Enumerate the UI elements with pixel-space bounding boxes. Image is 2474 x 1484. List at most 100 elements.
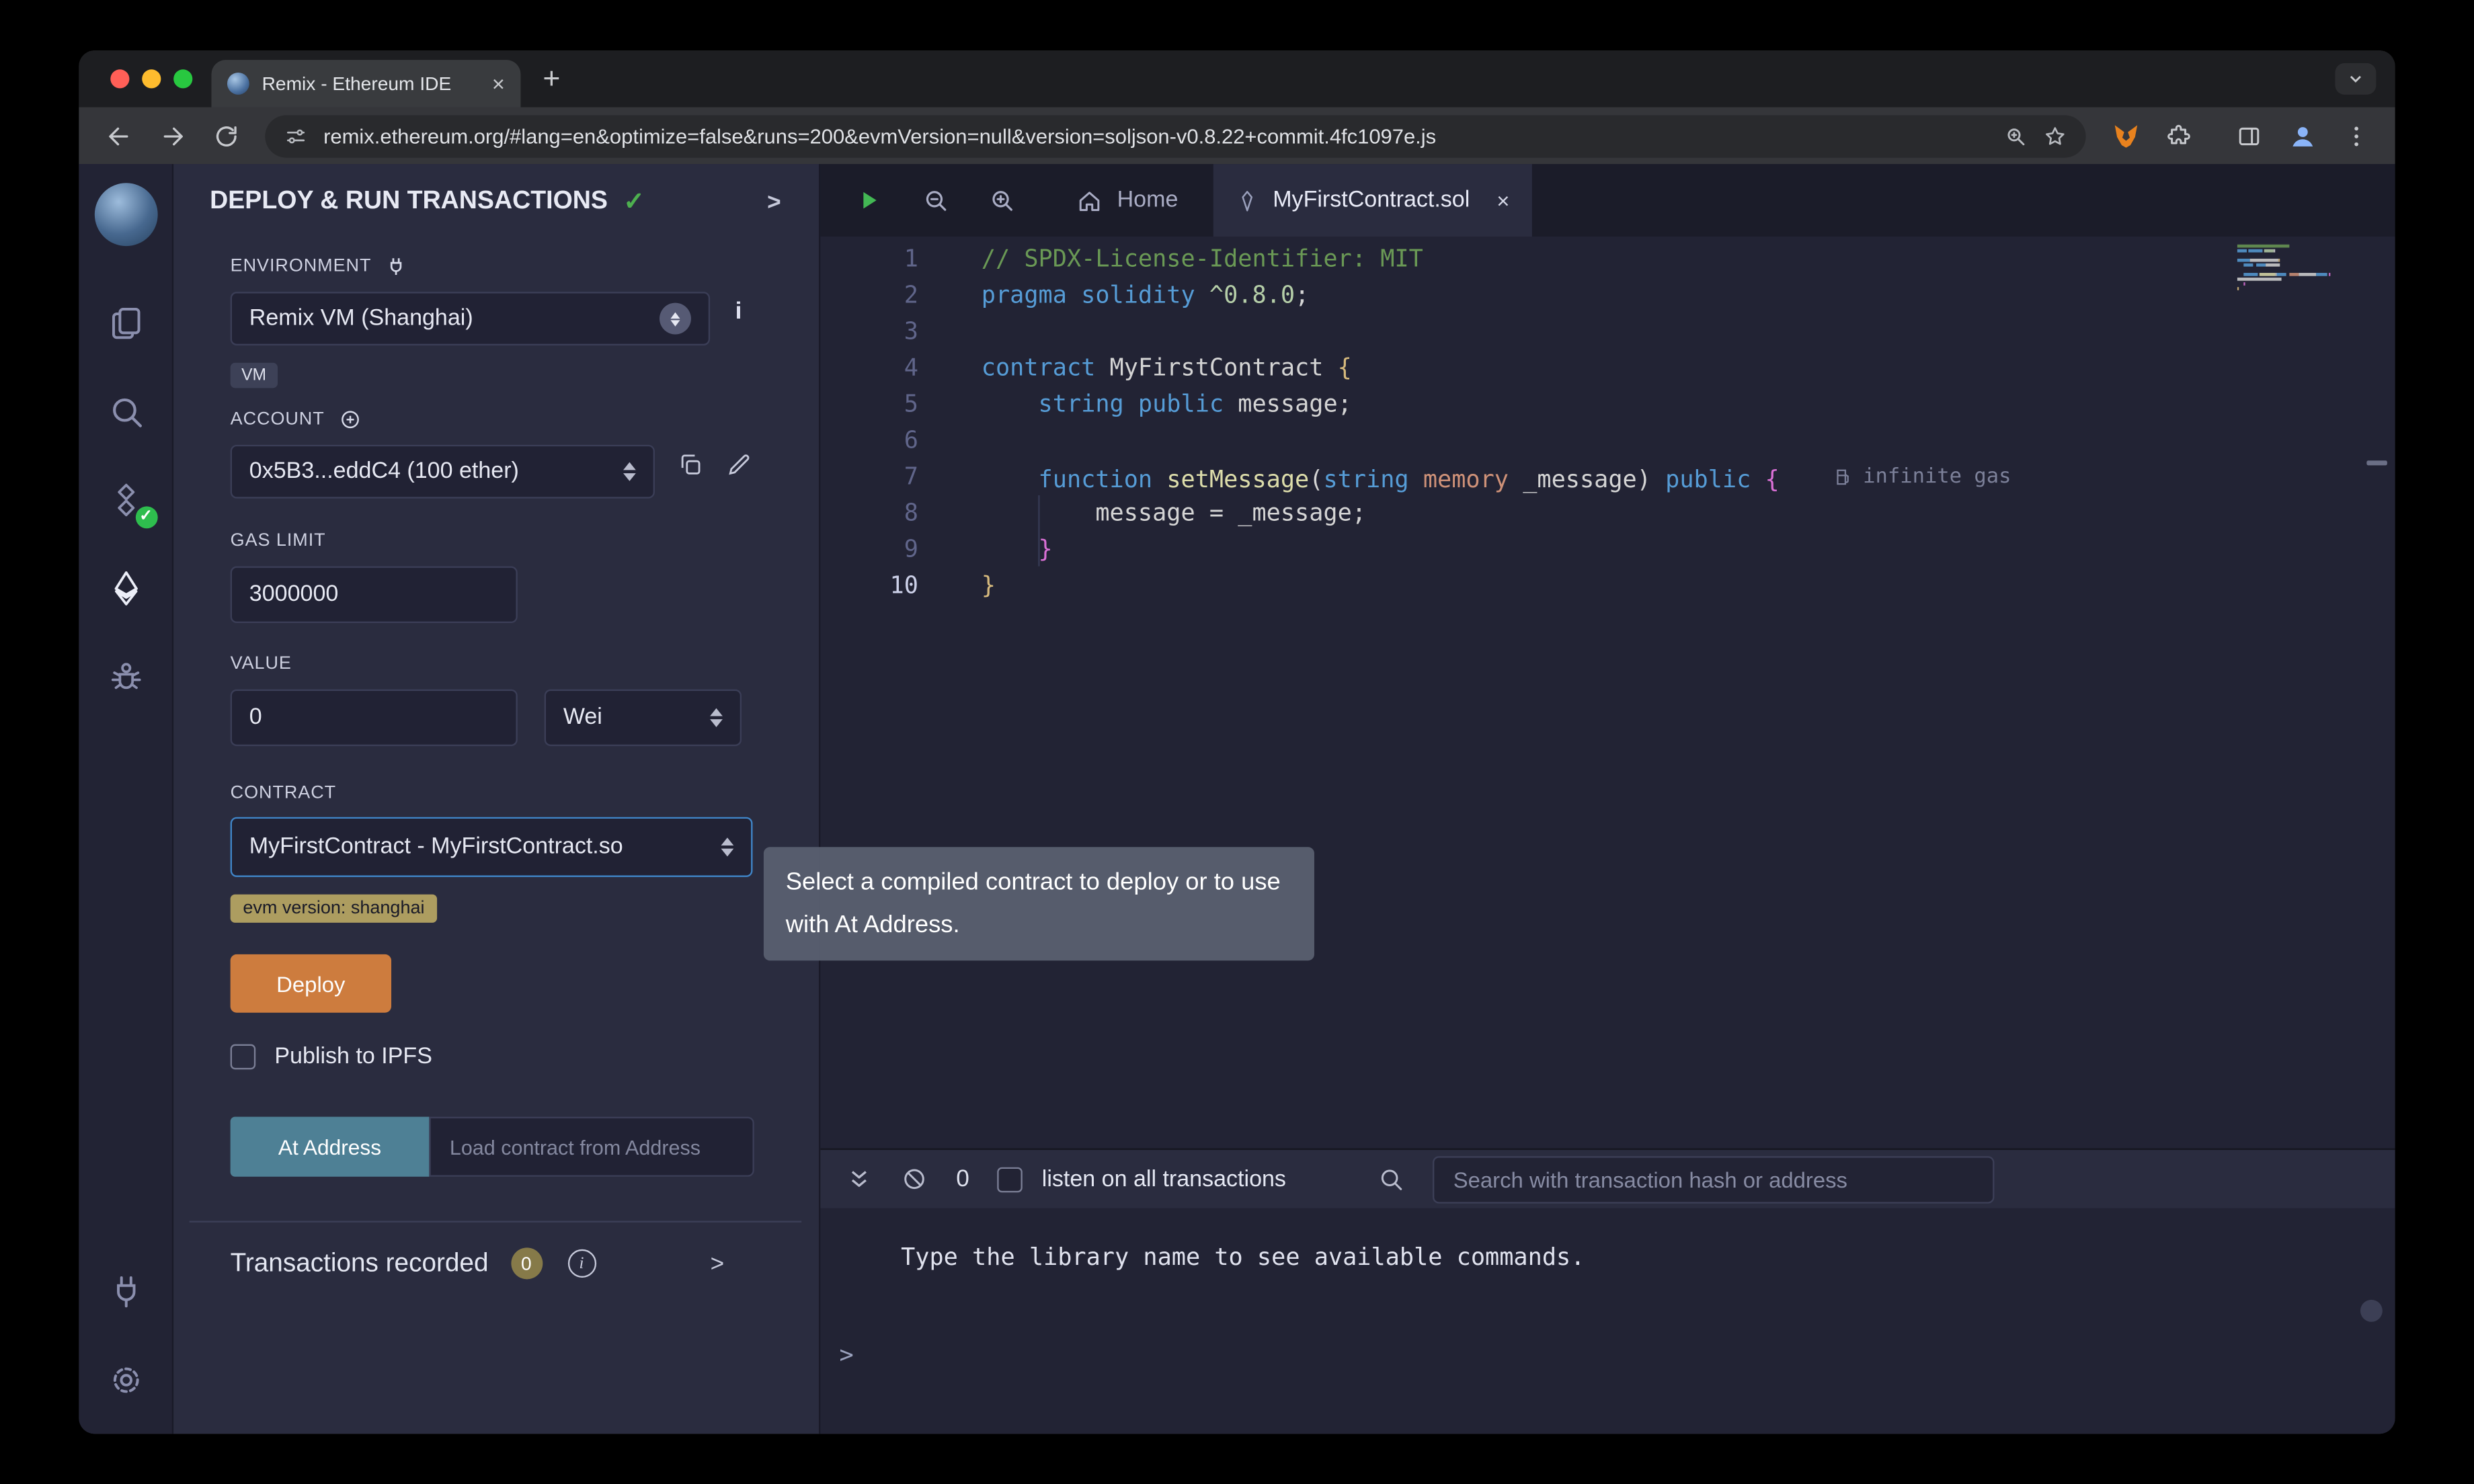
transactions-recorded-label: Transactions recorded [231, 1249, 489, 1279]
select-arrows-icon [710, 708, 723, 727]
vm-badge: VM [231, 363, 278, 388]
close-window-button[interactable] [110, 69, 129, 88]
bookmark-star-icon[interactable] [2043, 124, 2067, 147]
close-file-icon[interactable]: × [1497, 188, 1509, 213]
line-number[interactable]: 9 [820, 532, 918, 568]
infinite-gas-annotation: infinite gas [1833, 459, 2011, 495]
panel-divider [190, 1221, 802, 1223]
line-number[interactable]: 7 [820, 459, 918, 495]
code-line[interactable]: function setMessage(string memory _messa… [982, 459, 2395, 495]
site-info-icon[interactable] [284, 124, 307, 147]
forward-icon[interactable] [149, 114, 196, 158]
tab-search-chevron-icon[interactable] [2335, 63, 2376, 95]
zoom-out-icon[interactable] [922, 186, 950, 214]
line-number[interactable]: 3 [820, 314, 918, 350]
clear-console-icon[interactable] [901, 1165, 928, 1192]
account-select[interactable]: 0x5B3...eddC4 (100 ether) [231, 445, 655, 499]
new-tab-button[interactable]: + [543, 64, 560, 94]
line-number[interactable]: 6 [820, 423, 918, 459]
search-icon[interactable] [105, 391, 146, 432]
back-icon[interactable] [95, 114, 142, 158]
transactions-expand-chevron-icon[interactable]: > [711, 1250, 725, 1277]
solidity-compiler-icon[interactable]: ✓ [105, 479, 146, 520]
terminal-search-icon [1378, 1165, 1404, 1192]
at-address-input[interactable] [429, 1117, 754, 1177]
url-text: remix.ethereum.org/#lang=en&optimize=fal… [323, 124, 1988, 147]
tab-close-icon[interactable]: × [492, 73, 505, 95]
select-indicator-icon [660, 303, 691, 335]
menu-kebab-icon[interactable] [2332, 114, 2379, 158]
metamask-fox-icon[interactable] [2102, 114, 2149, 158]
address-bar[interactable]: remix.ethereum.org/#lang=en&optimize=fal… [265, 114, 2085, 157]
copy-account-icon[interactable] [677, 451, 704, 478]
debugger-bug-icon[interactable] [105, 656, 146, 697]
code-line[interactable]: } [982, 532, 2395, 568]
code-line[interactable]: contract MyFirstContract { [982, 350, 2395, 386]
tab-file-active[interactable]: MyFirstContract.sol × [1213, 164, 1531, 237]
environment-info-icon[interactable]: i [735, 298, 742, 325]
remix-logo-icon[interactable] [94, 183, 157, 246]
code-line[interactable] [982, 423, 2395, 459]
desktop: Remix - Ethereum IDE × + remix.ethereum.… [0, 0, 2474, 1484]
editor-minimap[interactable] [2237, 245, 2360, 292]
value-input[interactable] [231, 690, 518, 746]
code-line[interactable]: string public message; [982, 386, 2395, 423]
line-number[interactable]: 1 [820, 241, 918, 278]
account-label: ACCOUNT [231, 410, 325, 429]
add-account-plus-icon[interactable] [339, 409, 361, 431]
value-unit-select[interactable]: Wei [545, 690, 742, 746]
zoom-icon[interactable] [2004, 124, 2028, 147]
extensions-puzzle-icon[interactable] [2155, 114, 2202, 158]
fullscreen-window-button[interactable] [173, 69, 192, 88]
profile-avatar-icon[interactable] [2278, 114, 2325, 158]
code-line[interactable] [982, 314, 2395, 350]
line-number[interactable]: 5 [820, 386, 918, 423]
terminal-scroll-thumb[interactable] [2360, 1300, 2383, 1322]
reload-icon[interactable] [202, 114, 249, 158]
environment-select[interactable]: Remix VM (Shanghai) [231, 292, 710, 345]
editor-scrollbar[interactable] [2366, 460, 2387, 465]
minimap-line [2237, 282, 2360, 286]
run-script-play-icon[interactable] [855, 186, 883, 214]
browser-tab[interactable]: Remix - Ethereum IDE × [211, 60, 520, 107]
code-line[interactable]: message = _message; [982, 495, 2395, 532]
deploy-button[interactable]: Deploy [231, 954, 391, 1013]
terminal-collapse-chevrons-icon[interactable] [846, 1165, 873, 1192]
terminal-prompt: > [840, 1341, 854, 1369]
file-explorer-icon[interactable] [105, 303, 146, 344]
line-number[interactable]: 8 [820, 495, 918, 532]
code-line[interactable]: pragma solidity ^0.8.0; [982, 278, 2395, 314]
minimap-line [2237, 245, 2360, 248]
edit-pencil-icon[interactable] [726, 451, 753, 478]
contract-select[interactable]: MyFirstContract - MyFirstContract.so [231, 817, 753, 877]
icon-rail: ✓ [79, 164, 173, 1434]
code-line[interactable]: // SPDX-License-Identifier: MIT [982, 241, 2395, 278]
at-address-button[interactable]: At Address [231, 1117, 430, 1177]
listen-all-label: listen on all transactions [1042, 1167, 1286, 1192]
transactions-info-icon[interactable]: i [567, 1249, 596, 1278]
terminal-bar: 0 listen on all transactions [820, 1149, 2395, 1208]
listen-all-checkbox[interactable] [998, 1167, 1023, 1192]
tab-title: Remix - Ethereum IDE [262, 73, 479, 95]
zoom-in-icon[interactable] [988, 186, 1016, 214]
deploy-run-icon[interactable] [105, 568, 146, 609]
side-panel-icon[interactable] [2225, 114, 2272, 158]
line-number[interactable]: 2 [820, 278, 918, 314]
tab-home[interactable]: Home [1041, 164, 1213, 237]
line-number[interactable]: 10 [820, 568, 918, 604]
browser-toolbar: remix.ethereum.org/#lang=en&optimize=fal… [79, 108, 2395, 164]
line-number[interactable]: 4 [820, 350, 918, 386]
gas-limit-input[interactable] [231, 567, 518, 623]
plug-icon[interactable] [386, 255, 408, 278]
editor-code[interactable]: // SPDX-License-Identifier: MITpragma so… [934, 237, 2395, 1149]
value-label: VALUE [231, 655, 292, 673]
code-editor[interactable]: 12345678910 // SPDX-License-Identifier: … [820, 237, 2395, 1149]
terminal-output[interactable]: Type the library name to see available c… [820, 1208, 2395, 1434]
settings-gear-icon[interactable] [105, 1360, 146, 1401]
panel-expand-chevron-icon[interactable]: > [767, 188, 781, 215]
plugin-manager-plug-icon[interactable] [105, 1272, 146, 1313]
terminal-search-input[interactable] [1433, 1155, 1994, 1202]
code-line[interactable]: } [982, 568, 2395, 604]
minimize-window-button[interactable] [142, 69, 161, 88]
publish-ipfs-checkbox[interactable] [231, 1044, 256, 1070]
